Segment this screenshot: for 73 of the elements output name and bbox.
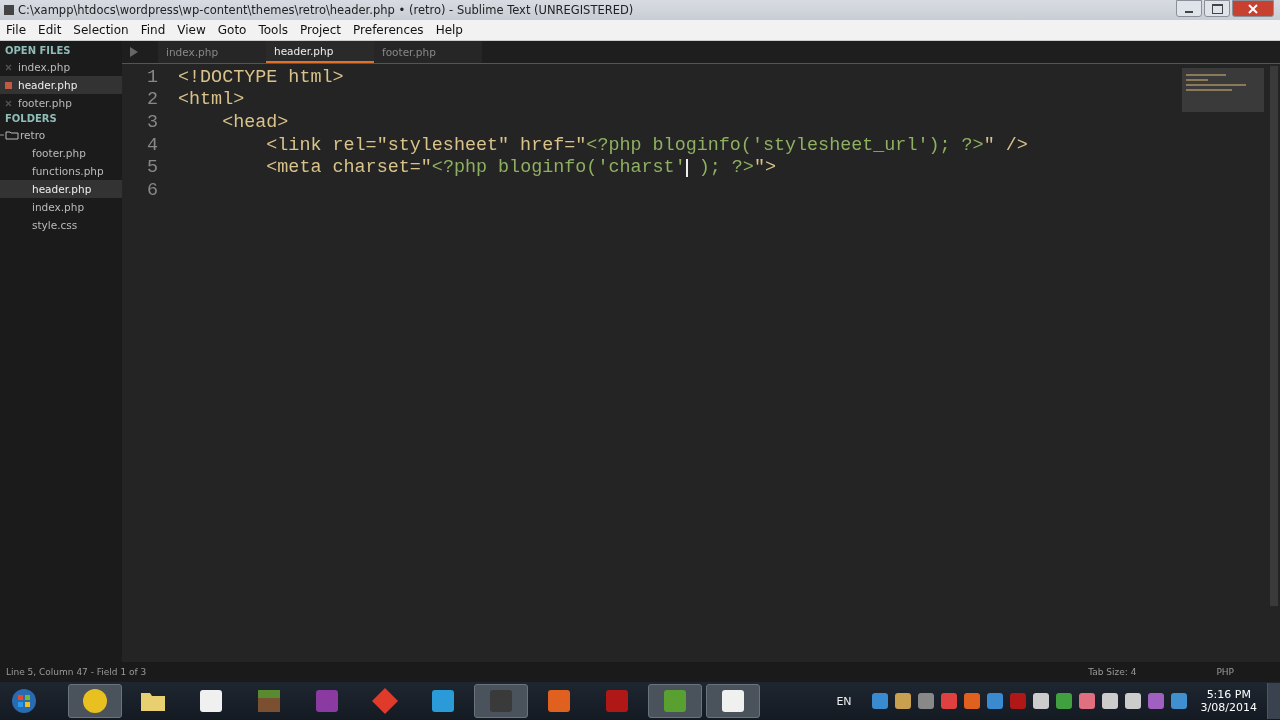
folder-file-item[interactable]: functions.php bbox=[0, 162, 122, 180]
code-text: <html> bbox=[178, 89, 245, 111]
menu-item[interactable]: Selection bbox=[67, 23, 135, 37]
line-number: 4 bbox=[145, 134, 158, 156]
tray-icon[interactable] bbox=[1170, 693, 1187, 709]
file-name: footer.php bbox=[18, 97, 72, 109]
tray-icon[interactable] bbox=[1032, 693, 1049, 709]
code-text: ); ?> bbox=[697, 157, 754, 179]
sidebar-heading: FOLDERS bbox=[4, 112, 58, 126]
close-icon bbox=[1248, 3, 1258, 14]
code-text: <?php bloginfo('charst' bbox=[431, 157, 686, 179]
tray-icon[interactable] bbox=[986, 693, 1003, 709]
language-indicator[interactable]: EN bbox=[836, 694, 852, 708]
text-cursor bbox=[685, 158, 688, 177]
folder-icon[interactable] bbox=[0, 130, 20, 140]
grass-block-icon[interactable] bbox=[255, 687, 283, 715]
maximize-button[interactable] bbox=[1204, 0, 1230, 17]
status-text: Line 5, Column 47 - Field 1 of 3 bbox=[6, 667, 147, 677]
menu-item[interactable]: Edit bbox=[32, 23, 68, 37]
code-text: <meta charset=" bbox=[265, 157, 432, 179]
folder-file-item[interactable]: header.php bbox=[0, 180, 122, 198]
folder-file-item[interactable]: footer.php bbox=[0, 144, 122, 162]
tray-icon[interactable] bbox=[1101, 693, 1118, 709]
clock-time[interactable]: 5:16 PM bbox=[1206, 688, 1251, 701]
diamond-icon[interactable] bbox=[371, 687, 399, 715]
line-number: 6 bbox=[145, 179, 158, 201]
window-title: C:\xampp\htdocs\wordpress\wp-content\themes\retro\header.php • (retro) - Sublime Text (UNREGISTERED) bbox=[18, 3, 634, 17]
tray-icon[interactable] bbox=[894, 693, 911, 709]
minimize-button[interactable] bbox=[1176, 0, 1202, 17]
tray-icon[interactable] bbox=[1078, 693, 1095, 709]
close-button[interactable] bbox=[1232, 0, 1274, 17]
menu-item[interactable]: Preferences bbox=[347, 23, 430, 37]
circle-icon[interactable] bbox=[81, 687, 109, 715]
tray-icon[interactable] bbox=[917, 693, 934, 709]
sidebar-heading: OPEN FILES bbox=[4, 44, 72, 58]
syntax-label[interactable]: PHP bbox=[1216, 667, 1234, 677]
tray-icon[interactable] bbox=[1055, 693, 1072, 709]
app-icon bbox=[4, 5, 14, 15]
code-text: <!DOCTYPE html> bbox=[178, 66, 344, 88]
folder-file-item[interactable]: style.css bbox=[0, 216, 122, 234]
open-file-item[interactable]: header.php bbox=[0, 76, 122, 94]
tab-size-label[interactable]: Tab Size: 4 bbox=[1088, 667, 1137, 677]
minimap[interactable] bbox=[1182, 68, 1264, 112]
open-file-item[interactable]: footer.php bbox=[0, 94, 122, 112]
line-number: 3 bbox=[145, 112, 158, 133]
file-tab[interactable]: index.php bbox=[158, 41, 266, 63]
menu-item[interactable]: View bbox=[171, 23, 212, 37]
folder-name: retro bbox=[20, 129, 46, 141]
code-text: <head> bbox=[221, 112, 289, 133]
tray-icon[interactable] bbox=[871, 693, 888, 709]
file-name: index.php bbox=[18, 61, 71, 73]
code-text: <link rel="stylesheet" href=" bbox=[265, 134, 587, 156]
file-tab[interactable]: footer.php bbox=[374, 41, 482, 63]
file-name: header.php bbox=[18, 79, 78, 91]
tray-icon[interactable] bbox=[963, 693, 980, 709]
folder-file-item[interactable]: index.php bbox=[0, 198, 122, 216]
play-icon[interactable] bbox=[130, 47, 138, 57]
line-number: 5 bbox=[145, 157, 158, 179]
open-file-item[interactable]: index.php bbox=[0, 58, 122, 76]
code-text: " /> bbox=[983, 134, 1028, 156]
line-number: 2 bbox=[145, 89, 158, 111]
code-text: "> bbox=[753, 157, 776, 179]
code-text: <?php bloginfo('stylesheet_url'); ?> bbox=[586, 134, 984, 156]
menu-item[interactable]: Find bbox=[134, 23, 172, 37]
menu-item[interactable]: Goto bbox=[211, 23, 253, 37]
file-tab[interactable]: header.php bbox=[266, 41, 374, 63]
menu-item[interactable]: Help bbox=[429, 23, 469, 37]
tray-icon[interactable] bbox=[1124, 693, 1141, 709]
menu-item[interactable]: Tools bbox=[252, 23, 294, 37]
line-number: 1 bbox=[145, 66, 158, 88]
clock-date[interactable]: 3/08/2014 bbox=[1200, 701, 1257, 714]
menu-item[interactable]: Project bbox=[294, 23, 348, 37]
menu-item[interactable]: File bbox=[0, 23, 33, 37]
